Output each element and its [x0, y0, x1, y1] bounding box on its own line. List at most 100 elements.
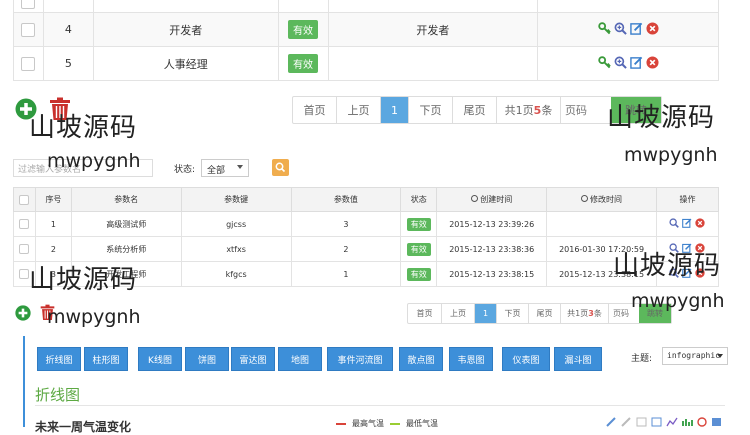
col-header: 操作	[655, 187, 720, 212]
legend-high-icon	[336, 422, 346, 425]
page-current[interactable]: 1	[381, 97, 409, 123]
watermark-text: 山坡源码	[607, 103, 716, 133]
data-view-icon[interactable]	[651, 417, 663, 427]
delete-icon[interactable]	[646, 21, 659, 35]
row-checkbox[interactable]	[19, 269, 30, 279]
watermark-text: 山坡源码	[29, 113, 138, 143]
view-icon[interactable]	[669, 218, 680, 228]
edit-icon[interactable]	[629, 56, 643, 69]
mark-icon[interactable]	[606, 417, 618, 427]
key-icon[interactable]	[597, 21, 611, 35]
page-last-button[interactable]: 尾页	[529, 304, 561, 323]
edit-icon[interactable]	[682, 218, 692, 228]
chart-legend: 最高气温 最低气温	[336, 418, 438, 429]
row-number: 1	[34, 211, 72, 237]
role-desc: 开发者	[327, 12, 539, 47]
param-value: 1	[290, 261, 402, 287]
role-name: 开发者	[92, 12, 279, 47]
param-name: 系统分析师	[70, 236, 182, 262]
chart-type-eventriver-button[interactable]: 事件河流图	[327, 347, 393, 371]
page-first-button[interactable]: 首页	[408, 304, 442, 323]
chart-type-map-button[interactable]: 地图	[278, 347, 322, 371]
watermark-subtext: mwpygnh	[624, 144, 718, 166]
theme-label: 主题:	[631, 354, 653, 364]
legend-low[interactable]: 最低气温	[406, 418, 438, 429]
col-header: 序号	[34, 187, 72, 212]
select-all-checkbox[interactable]	[19, 194, 30, 205]
theme-select-value: infographic	[667, 351, 720, 360]
table-row: 5 人事经理 有效	[13, 46, 719, 81]
row-number: 5	[42, 46, 94, 81]
page-total-suffix: 条	[541, 104, 553, 117]
view-icon[interactable]	[614, 56, 627, 69]
page-total-prefix: 共1页	[504, 104, 534, 117]
col-header: 参数值	[290, 187, 402, 212]
role-name: 人事经理	[92, 46, 279, 81]
bar-chart-icon[interactable]	[681, 417, 693, 427]
chevron-down-icon	[717, 354, 723, 358]
legend-high[interactable]: 最高气温	[352, 418, 384, 429]
page-total-suffix: 条	[593, 309, 602, 318]
chart-type-venn-button[interactable]: 韦恩图	[449, 347, 493, 371]
created-time: 2015-12-13 23:38:36	[436, 236, 548, 262]
page-last-button[interactable]: 尾页	[453, 97, 497, 123]
col-header: 修改时间	[590, 195, 623, 204]
chart-toolbox	[606, 417, 723, 427]
col-header: 状态	[400, 187, 438, 212]
page-current[interactable]: 1	[475, 304, 497, 323]
col-header: 创建时间	[480, 195, 513, 204]
section-title: 折线图	[35, 386, 81, 404]
chart-type-kline-button[interactable]: K线图	[138, 347, 182, 371]
edit-icon[interactable]	[629, 22, 643, 35]
chart-type-bar-button[interactable]: 柱形图	[84, 347, 128, 371]
role-table: 4 开发者 有效 开发者 5 人事经理 有效	[13, 0, 719, 81]
page-prev-button[interactable]: 上页	[337, 97, 381, 123]
row-checkbox[interactable]	[19, 244, 30, 254]
page-input[interactable]	[561, 97, 611, 123]
watermark-subtext: mwpygnh	[631, 290, 725, 312]
row-checkbox[interactable]	[19, 219, 30, 229]
page-total: 共1页 3 条	[561, 304, 609, 323]
param-key: xtfxs	[180, 236, 292, 262]
row-checkbox[interactable]	[21, 0, 36, 9]
legend-low-icon	[390, 422, 400, 425]
table-row: 4 开发者 有效 开发者	[13, 12, 719, 47]
delete-icon[interactable]	[646, 55, 659, 69]
refresh-icon[interactable]	[696, 417, 708, 427]
watermark-subtext: mwpygnh	[47, 150, 141, 172]
row-checkbox[interactable]	[21, 22, 36, 37]
zoom-icon[interactable]	[636, 417, 648, 427]
page-first-button[interactable]: 首页	[293, 97, 337, 123]
chart-type-pie-button[interactable]: 饼图	[185, 347, 229, 371]
status-select-value: 全部	[207, 166, 226, 176]
status-badge: 有效	[288, 20, 319, 39]
page-prev-button[interactable]: 上页	[442, 304, 475, 323]
eraser-icon[interactable]	[621, 417, 633, 427]
line-chart-icon[interactable]	[666, 417, 678, 427]
status-badge: 有效	[406, 242, 431, 256]
chart-type-scatter-button[interactable]: 散点图	[399, 347, 443, 371]
chart-type-funnel-button[interactable]: 漏斗图	[554, 347, 602, 371]
page-next-button[interactable]: 下页	[497, 304, 529, 323]
divider	[35, 405, 725, 406]
role-name	[92, 0, 279, 13]
watermark-text: 山坡源码	[29, 265, 138, 295]
delete-icon[interactable]	[695, 218, 706, 228]
chart-type-line-button[interactable]: 折线图	[37, 347, 81, 371]
row-checkbox[interactable]	[21, 56, 36, 71]
save-image-icon[interactable]	[711, 417, 723, 427]
view-icon[interactable]	[614, 22, 627, 35]
status-select[interactable]: 全部	[201, 159, 249, 177]
row-number	[42, 0, 94, 13]
param-name: 高级测试师	[70, 211, 182, 237]
theme-select[interactable]: infographic	[662, 347, 728, 365]
chart-type-gauge-button[interactable]: 仪表图	[502, 347, 550, 371]
col-header: 参数键	[180, 187, 292, 212]
search-button[interactable]	[272, 159, 289, 176]
page-next-button[interactable]: 下页	[409, 97, 453, 123]
panel-accent-bar	[23, 336, 25, 427]
chart-type-radar-button[interactable]: 雷达图	[231, 347, 275, 371]
add-icon[interactable]	[15, 305, 31, 321]
key-icon[interactable]	[597, 55, 611, 69]
clock-icon	[581, 195, 589, 202]
